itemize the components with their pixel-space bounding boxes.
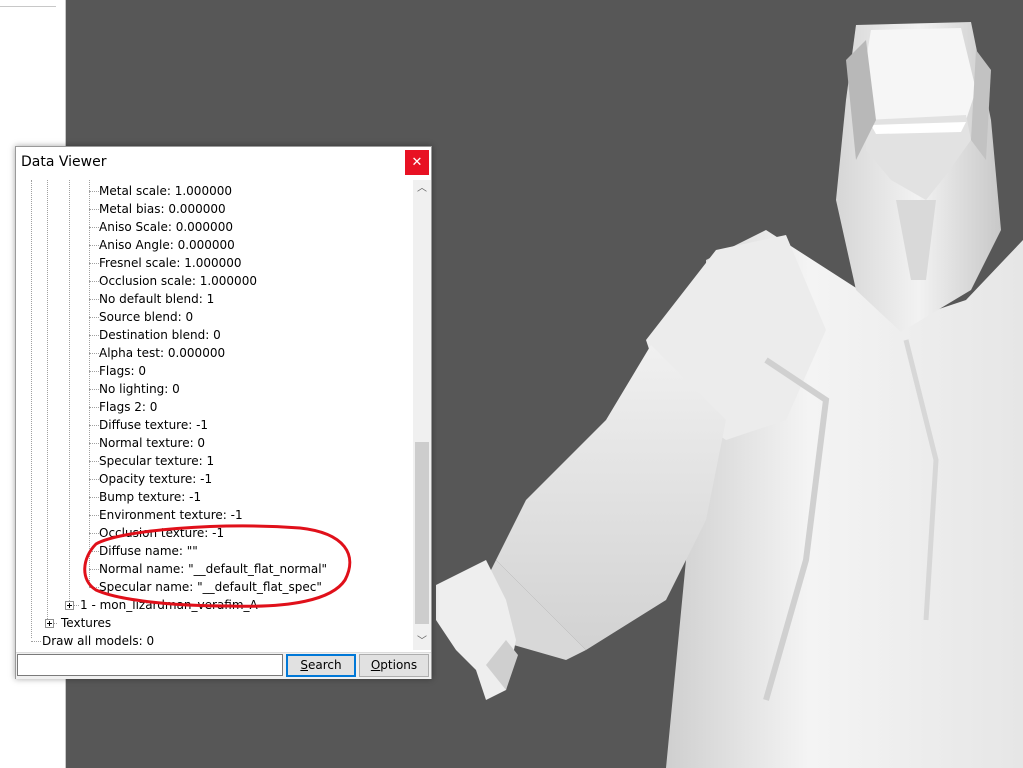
search-input[interactable]	[17, 654, 283, 676]
tree-model-node[interactable]: 1 - mon_lizardman_verafim_A	[80, 596, 258, 614]
search-bar: Search Options	[16, 652, 431, 679]
tree-branch-line	[89, 497, 99, 498]
tree-property-item[interactable]: Occlusion texture: -1	[99, 524, 224, 542]
tree-property-item[interactable]: Normal name: "__default_flat_normal"	[99, 560, 327, 578]
tree-property-item[interactable]: Source blend: 0	[99, 308, 193, 326]
close-button[interactable]: ✕	[405, 150, 429, 175]
chevron-down-icon[interactable]: ﹀	[413, 633, 431, 650]
title-bar[interactable]: Data Viewer ✕	[16, 147, 431, 179]
divider	[0, 6, 56, 7]
tree-branch-line	[89, 371, 99, 372]
tree-branch-line	[89, 317, 99, 318]
tree-guide-line	[89, 180, 90, 587]
data-viewer-dialog: Data Viewer ✕ Metal scale: 1.000000 Metal…	[15, 146, 432, 679]
tree-draw-all-models[interactable]: Draw all models: 0	[42, 632, 154, 650]
tree-branch-line	[89, 263, 99, 264]
tree-branch-line	[89, 569, 99, 570]
tree-branch-line	[89, 227, 99, 228]
tree-branch-line	[89, 533, 99, 534]
tree-property-item[interactable]: Flags: 0	[99, 362, 146, 380]
dialog-title: Data Viewer	[21, 154, 107, 170]
tree-property-item[interactable]: Alpha test: 0.000000	[99, 344, 225, 362]
tree-property-item[interactable]: Diffuse texture: -1	[99, 416, 208, 434]
tree-branch-line	[89, 407, 99, 408]
tree-property-item[interactable]: Normal texture: 0	[99, 434, 205, 452]
tree-branch-line	[89, 389, 99, 390]
tree-property-item[interactable]: Specular name: "__default_flat_spec"	[99, 578, 322, 596]
options-button[interactable]: Options	[359, 654, 429, 677]
tree-property-item[interactable]: No default blend: 1	[99, 290, 214, 308]
tree-branch-line	[89, 245, 99, 246]
tree-property-item[interactable]: Flags 2: 0	[99, 398, 157, 416]
plus-box-icon[interactable]	[65, 601, 74, 610]
tree-property-item[interactable]: Occlusion scale: 1.000000	[99, 272, 257, 290]
tree-branch-line	[89, 299, 99, 300]
plus-box-icon[interactable]	[45, 619, 54, 628]
data-tree[interactable]: Metal scale: 1.000000 Metal bias: 0.00000…	[17, 180, 409, 650]
tree-guide-line	[69, 180, 70, 605]
tree-property-item[interactable]: Bump texture: -1	[99, 488, 201, 506]
tree-branch-line	[89, 551, 99, 552]
tree-property-item[interactable]: Diffuse name: ""	[99, 542, 198, 560]
tree-property-item[interactable]: Opacity texture: -1	[99, 470, 212, 488]
tree-property-item[interactable]: No lighting: 0	[99, 380, 180, 398]
tree-property-item[interactable]: Aniso Scale: 0.000000	[99, 218, 233, 236]
tree-property-item[interactable]: Specular texture: 1	[99, 452, 214, 470]
vertical-scrollbar[interactable]: ︿ ﹀	[413, 180, 431, 650]
tree-property-item[interactable]: Destination blend: 0	[99, 326, 221, 344]
tree-property-item[interactable]: Environment texture: -1	[99, 506, 243, 524]
tree-guide-line	[31, 180, 32, 638]
tree-branch-line	[89, 587, 99, 588]
tree-branch-line	[89, 515, 99, 516]
tree-property-item[interactable]: Fresnel scale: 1.000000	[99, 254, 242, 272]
tree-property-item[interactable]: Metal bias: 0.000000	[99, 200, 226, 218]
tree-branch-line	[89, 353, 99, 354]
tree-branch-line	[89, 281, 99, 282]
tree-branch-line	[89, 191, 99, 192]
tree-branch-line	[89, 209, 99, 210]
tree-guide-line	[47, 180, 48, 623]
tree-textures-node[interactable]: Textures	[61, 614, 111, 632]
tree-branch-line	[89, 461, 99, 462]
tree-branch-line	[89, 425, 99, 426]
tree-branch-line	[31, 641, 41, 642]
tree-property-item[interactable]: Aniso Angle: 0.000000	[99, 236, 235, 254]
tree-branch-line	[89, 335, 99, 336]
tree-branch-line	[89, 479, 99, 480]
scrollbar-thumb[interactable]	[415, 442, 429, 624]
chevron-up-icon[interactable]: ︿	[413, 180, 431, 197]
close-icon: ✕	[411, 155, 423, 170]
tree-branch-line	[89, 443, 99, 444]
search-button[interactable]: Search	[286, 654, 356, 677]
tree-property-item[interactable]: Metal scale: 1.000000	[99, 182, 232, 200]
